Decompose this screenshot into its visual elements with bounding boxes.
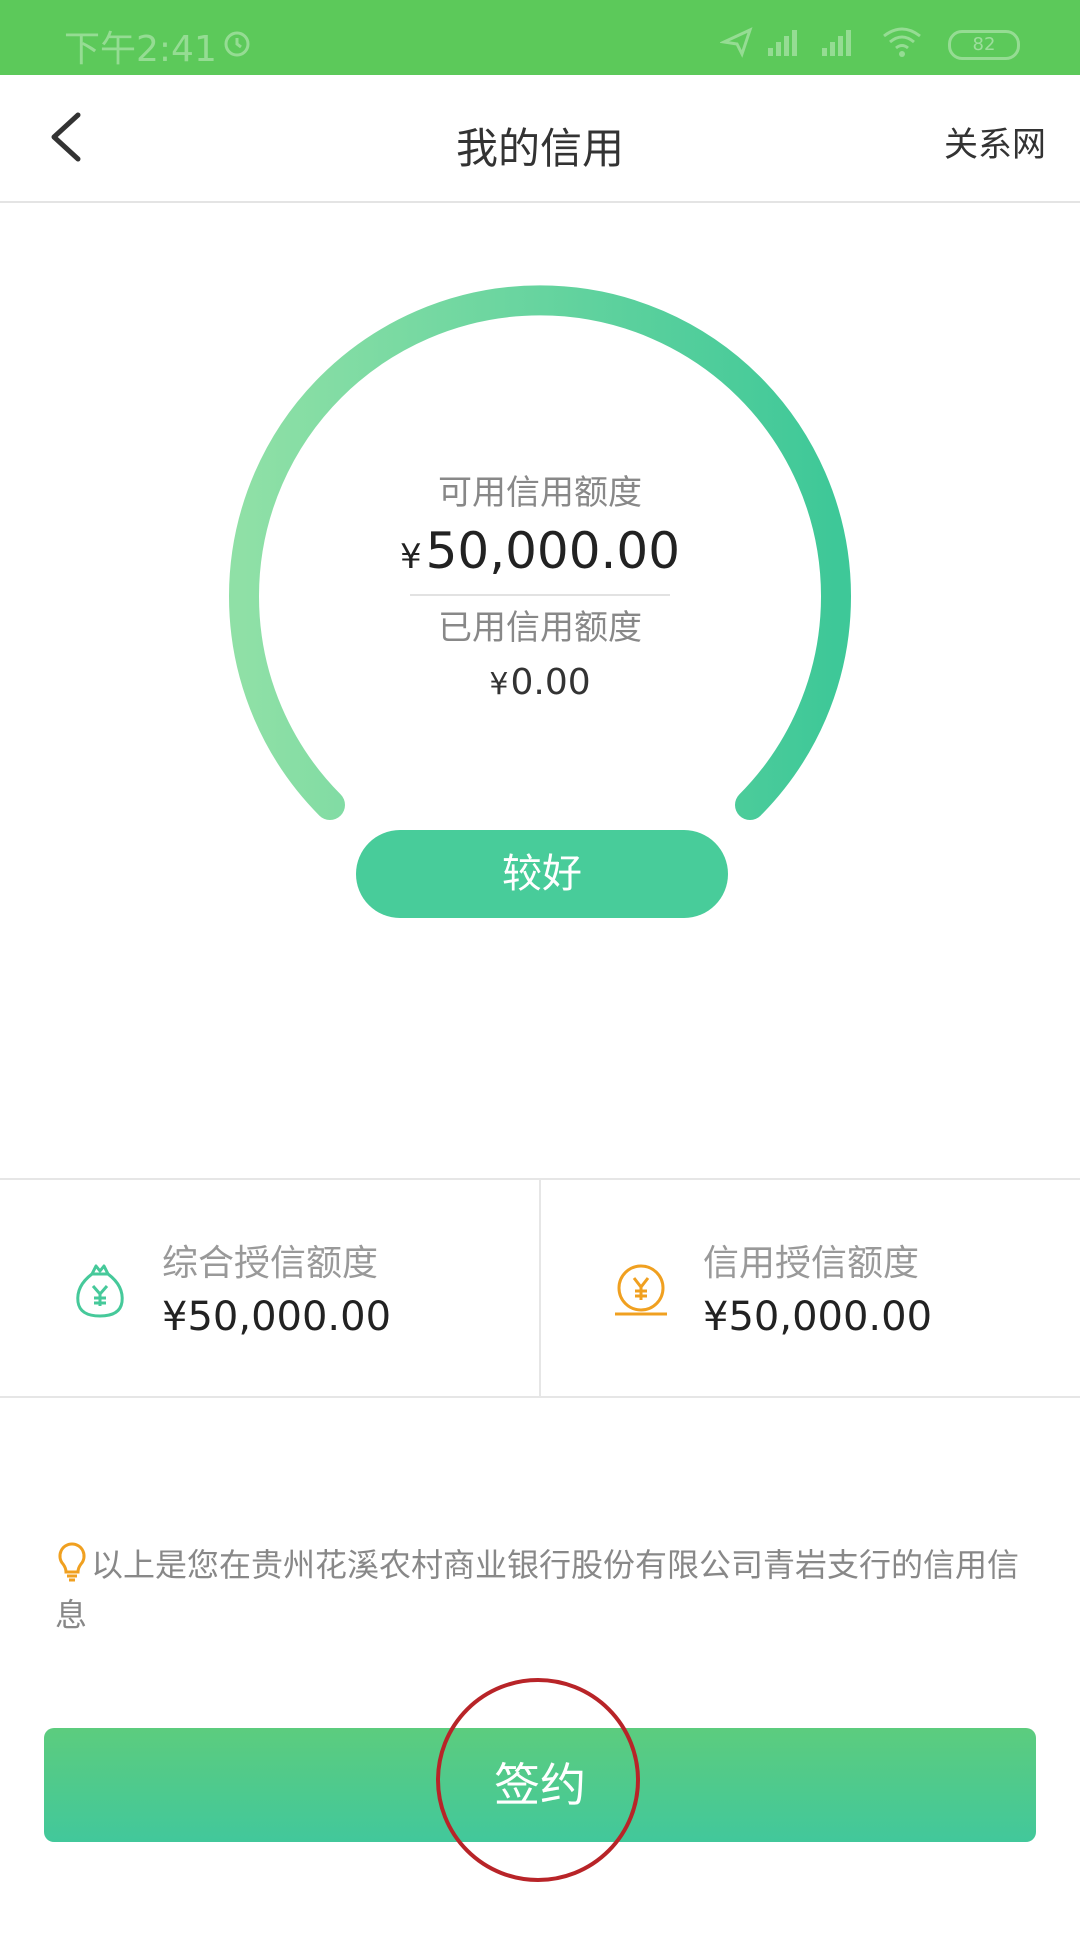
comprehensive-credit-limit: 综合授信额度 ¥50,000.00 xyxy=(0,1180,539,1396)
comprehensive-credit-label: 综合授信额度 xyxy=(162,1243,379,1284)
available-credit-amount: 50,000.00 xyxy=(425,522,681,580)
credit-rating-badge: 较好 xyxy=(356,830,728,918)
coin-icon xyxy=(615,1264,667,1316)
used-credit-value: ¥0.00 xyxy=(0,662,1080,703)
alarm-icon xyxy=(224,31,250,57)
status-bar: 下午2:41 82 xyxy=(0,0,1080,75)
currency-symbol: ¥ xyxy=(399,537,422,577)
wifi-icon xyxy=(883,27,921,57)
page-title: 我的信用 xyxy=(455,124,624,173)
available-credit-value: ¥50,000.00 xyxy=(0,522,1080,580)
currency-symbol: ¥ xyxy=(489,667,509,702)
status-icons: 82 xyxy=(720,24,1020,60)
money-bag-icon xyxy=(76,1264,124,1318)
comprehensive-credit-value: ¥50,000.00 xyxy=(162,1294,392,1340)
credit-info-note: 以上是您在贵州花溪农村商业银行股份有限公司青岩支行的信用信息 xyxy=(55,1540,1035,1640)
battery-icon: 82 xyxy=(948,30,1020,60)
used-credit-label: 已用信用额度 xyxy=(438,608,642,648)
nav-bar: 我的信用 关系网 xyxy=(0,75,1080,203)
used-credit-amount: 0.00 xyxy=(510,662,591,703)
credit-line-limit: 信用授信额度 ¥50,000.00 xyxy=(541,1180,1080,1396)
lightbulb-icon xyxy=(58,1542,86,1582)
sign-contract-button[interactable]: 签约 xyxy=(44,1728,1036,1842)
signal-icon xyxy=(768,30,797,56)
credit-info-text: 以上是您在贵州花溪农村商业银行股份有限公司青岩支行的信用信息 xyxy=(55,1546,1020,1634)
credit-line-value: ¥50,000.00 xyxy=(703,1294,933,1340)
credit-line-label: 信用授信额度 xyxy=(703,1243,920,1284)
gauge-divider xyxy=(410,594,670,596)
status-time: 下午2:41 xyxy=(64,29,217,70)
signal-icon xyxy=(822,30,851,56)
available-credit-label: 可用信用额度 xyxy=(438,473,642,513)
credit-limits-panel: 综合授信额度 ¥50,000.00 信用授信额度 ¥50,000.00 xyxy=(0,1178,1080,1398)
airplane-icon xyxy=(720,27,753,58)
relationship-network-link[interactable]: 关系网 xyxy=(944,117,1046,166)
